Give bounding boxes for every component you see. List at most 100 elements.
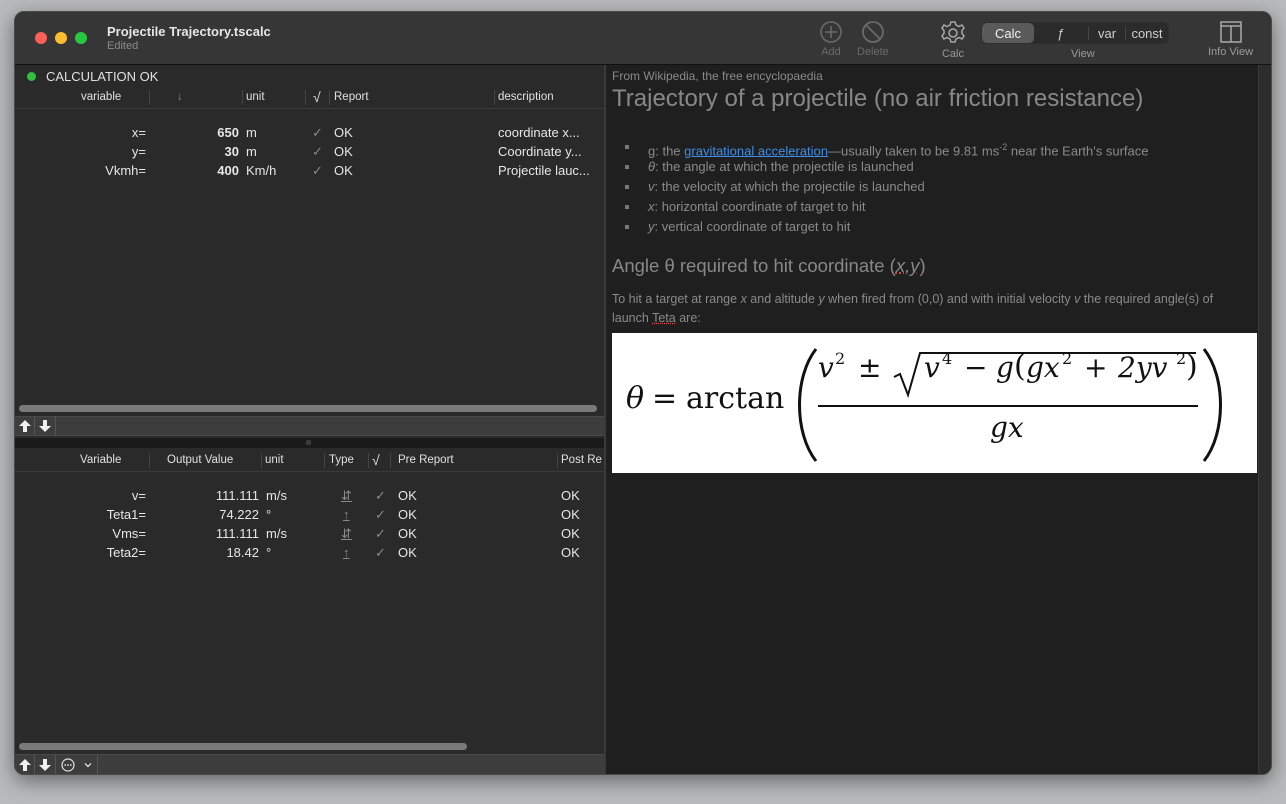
column-header-post-report[interactable]: Post Re [561, 454, 602, 466]
delete-button[interactable]: Delete [857, 20, 889, 58]
output-table-row[interactable]: Teta2= 18.42 ° ↑ ✓ OK OK [15, 543, 604, 562]
split-panel-icon [1219, 21, 1242, 43]
view-segment-calc[interactable]: Calc [982, 23, 1034, 43]
input-table-row[interactable]: x= 650 m ✓ OK coordinate x... [15, 123, 604, 142]
trajectory-formula-image: θ = arctan v 2 ± v 4 − g ( gx 2 + 2yv 2 … [612, 333, 1257, 473]
calc-label: Calc [941, 48, 964, 60]
para-var: Teta [652, 311, 676, 325]
column-separator [494, 90, 495, 105]
input-table-row[interactable]: Vkmh= 400 Km/h ✓ OK Projectile lauc... [15, 161, 604, 180]
variable-name: Vms= [112, 526, 146, 541]
view-segment-var[interactable]: var [1089, 23, 1125, 43]
formula-equals: = [652, 381, 678, 416]
input-value[interactable]: 30 [165, 144, 239, 159]
column-separator [329, 90, 330, 105]
list-item: θ: the angle at which the projectile is … [612, 157, 1148, 177]
post-report: OK [561, 488, 580, 503]
arrow-up-icon [18, 759, 31, 771]
move-up-button[interactable] [15, 755, 35, 774]
column-separator [368, 453, 369, 468]
formula-v: v [818, 351, 834, 384]
view-segment-function[interactable]: ƒ [1034, 23, 1088, 43]
post-report: OK [561, 507, 580, 522]
variable-name: v= [131, 488, 146, 503]
titlebar: Projectile Trajectory.tscalc Edited Add … [15, 12, 1271, 65]
arrow-down-icon [39, 759, 51, 771]
formula-open-paren: ( [1014, 349, 1026, 384]
source-caption: From Wikipedia, the free encyclopaedia [612, 69, 823, 83]
variable-name: y= [131, 144, 146, 159]
column-header-output-value[interactable]: Output Value [167, 454, 233, 466]
column-separator [305, 90, 306, 105]
column-separator [242, 90, 243, 105]
heading-xy: x,y [895, 255, 920, 276]
column-header-type[interactable]: Type [329, 454, 354, 466]
column-header-variable[interactable]: variable [81, 91, 121, 103]
check-icon[interactable]: ✓ [312, 125, 323, 141]
splitter-handle[interactable] [306, 440, 311, 445]
bullet-text: : horizontal coordinate of target to hit [654, 199, 866, 214]
prohibited-icon [861, 21, 884, 43]
input-table-row[interactable]: y= 30 m ✓ OK Coordinate y... [15, 142, 604, 161]
arrow-down-icon [39, 420, 51, 432]
output-table-bottom-bar [15, 754, 604, 774]
formula-right-paren [1202, 348, 1222, 462]
output-table-row[interactable]: Teta1= 74.222 ° ↑ ✓ OK OK [15, 505, 604, 524]
delete-label: Delete [857, 46, 889, 58]
maximize-window-button[interactable] [75, 32, 87, 44]
list-item: y: vertical coordinate of target to hit [612, 217, 1148, 237]
output-table-row[interactable]: v= 111.111 m/s ⇵ ✓ OK OK [15, 486, 604, 505]
column-separator [149, 453, 150, 468]
list-item: x: horizontal coordinate of target to hi… [612, 197, 1148, 217]
formula-sup: 4 [942, 349, 953, 368]
description: Coordinate y... [498, 144, 582, 159]
pane-splitter[interactable] [15, 438, 604, 448]
move-down-button[interactable] [35, 755, 56, 774]
pre-report: OK [398, 545, 417, 560]
column-header-check[interactable]: √ [372, 452, 380, 468]
info-view-vertical-scrollbar[interactable] [1258, 65, 1271, 774]
add-button[interactable]: Add [819, 20, 843, 58]
more-options-button[interactable] [56, 755, 98, 774]
para-text: when fired from (0,0) and with initial v… [824, 292, 1075, 306]
view-segment-const[interactable]: const [1126, 23, 1168, 43]
move-down-button[interactable] [35, 417, 56, 435]
unit: ° [266, 545, 272, 560]
check-icon[interactable]: ✓ [312, 144, 323, 160]
chevron-down-icon [84, 763, 91, 768]
check-icon[interactable]: ✓ [375, 488, 386, 504]
column-header-value-sort[interactable]: ↓ [177, 91, 183, 103]
document-status: Edited [107, 40, 139, 52]
column-header-report[interactable]: Report [334, 91, 369, 103]
check-icon[interactable]: ✓ [375, 526, 386, 542]
column-header-pre-report[interactable]: Pre Report [398, 454, 454, 466]
formula-g: g [996, 351, 1014, 384]
column-header-variable[interactable]: Variable [80, 454, 121, 466]
close-window-button[interactable] [35, 32, 47, 44]
check-icon[interactable]: ✓ [375, 545, 386, 561]
column-header-description[interactable]: description [498, 91, 554, 103]
status-indicator-icon [27, 72, 36, 81]
column-separator [557, 453, 558, 468]
type-output-icon[interactable]: ↑ [343, 507, 350, 522]
column-header-unit[interactable]: unit [246, 91, 265, 103]
check-icon[interactable]: ✓ [375, 507, 386, 523]
section-heading: Angle θ required to hit coordinate (x,y) [612, 255, 926, 277]
output-table-horizontal-scrollbar[interactable] [19, 743, 467, 750]
input-table-horizontal-scrollbar[interactable] [19, 405, 597, 412]
move-up-button[interactable] [15, 417, 35, 435]
type-bidirectional-icon[interactable]: ⇵ [341, 526, 352, 542]
input-value[interactable]: 650 [165, 125, 239, 140]
formula-2yv: 2yv [1118, 351, 1168, 384]
input-value[interactable]: 400 [165, 163, 239, 178]
column-header-check[interactable]: √ [313, 89, 321, 105]
calc-button[interactable]: Calc [939, 20, 967, 60]
minimize-window-button[interactable] [55, 32, 67, 44]
check-icon[interactable]: ✓ [312, 163, 323, 179]
formula-close-paren: ) [1186, 349, 1198, 384]
column-header-unit[interactable]: unit [265, 454, 284, 466]
output-table-row[interactable]: Vms= 111.111 m/s ⇵ ✓ OK OK [15, 524, 604, 543]
info-view-button[interactable]: Info View [1208, 20, 1253, 58]
type-bidirectional-icon[interactable]: ⇵ [341, 488, 352, 504]
type-output-icon[interactable]: ↑ [343, 545, 350, 560]
